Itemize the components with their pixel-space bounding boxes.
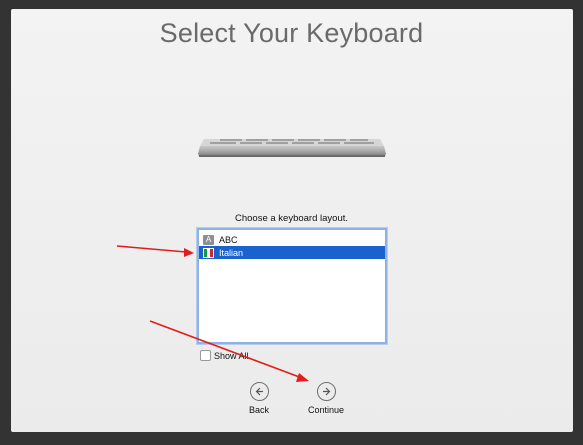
layout-prompt: Choose a keyboard layout. xyxy=(234,213,349,224)
continue-label: Continue xyxy=(307,405,345,415)
keyboard-illustration xyxy=(198,139,386,157)
back-arrow-icon xyxy=(249,382,269,401)
list-item-abc[interactable]: A ABC xyxy=(199,233,385,246)
abc-icon: A xyxy=(203,234,214,245)
show-all-label: Show All xyxy=(214,350,249,361)
continue-arrow-icon xyxy=(316,382,336,401)
italian-flag-icon xyxy=(203,247,214,258)
continue-button[interactable]: Continue xyxy=(303,382,349,415)
installer-window: Select Your Keyboard Choose a keyboard l… xyxy=(0,0,583,445)
list-item-label: Italian xyxy=(219,247,244,258)
page-title: Select Your Keyboard xyxy=(159,18,424,48)
back-label: Back xyxy=(248,405,269,415)
list-item-label: ABC xyxy=(219,234,238,245)
list-item-italian[interactable]: Italian xyxy=(199,246,385,259)
show-all-option[interactable]: Show All xyxy=(200,350,249,361)
keyboard-layout-list[interactable]: A ABC Italian xyxy=(197,228,387,344)
back-button[interactable]: Back xyxy=(244,382,274,415)
show-all-checkbox[interactable] xyxy=(200,350,211,361)
